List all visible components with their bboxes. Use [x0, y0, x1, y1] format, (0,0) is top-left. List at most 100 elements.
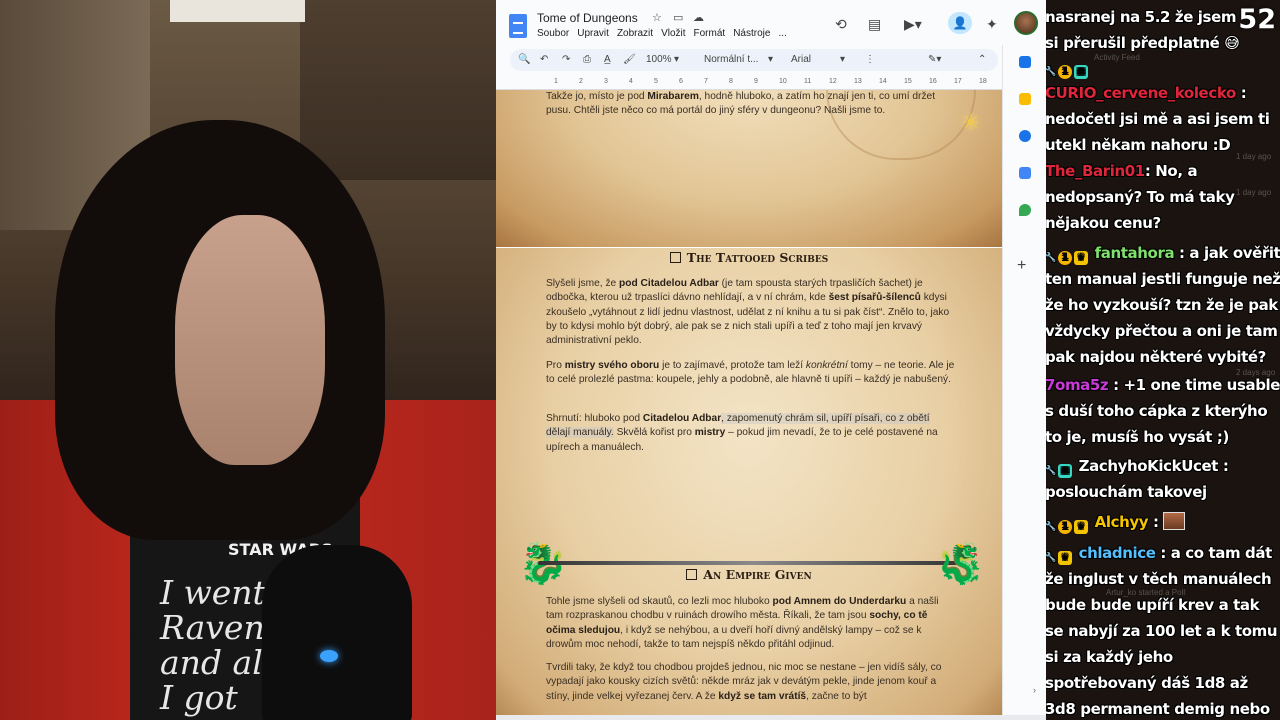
- checkbox-icon[interactable]: [686, 569, 698, 580]
- star-icon[interactable]: ☆: [652, 11, 662, 24]
- menu-view[interactable]: Zobrazit: [617, 28, 653, 39]
- bold-run: mistry: [694, 427, 726, 439]
- contacts-icon[interactable]: [1019, 167, 1031, 179]
- ruler-tick-label: 1: [554, 78, 558, 85]
- menu-more[interactable]: ...: [778, 28, 786, 39]
- chat-username[interactable]: The_Barin01: [1046, 162, 1145, 180]
- empire-paragraph-1: Tohle jsme slyšeli od skautů, co lezli m…: [546, 595, 956, 652]
- ruler[interactable]: 1 2 3 4 5 6 7 8 9 10 11 12 13 14 15 16 17 18: [496, 76, 1002, 90]
- menu-insert[interactable]: Vložit: [661, 28, 685, 39]
- chat-username[interactable]: fantahora: [1095, 244, 1175, 262]
- history-icon[interactable]: ⟲: [835, 16, 847, 33]
- ruler-tick-label: 6: [679, 78, 683, 85]
- chat-message: 🔧 1 ♛ Alchyy :: [1046, 509, 1280, 535]
- crown-badge-icon: ♛: [1057, 551, 1072, 565]
- docs-window: Tome of Dungeons ☆ ▭ ☁ Soubor Upravit Zo…: [496, 0, 1046, 720]
- tasks-icon[interactable]: [1019, 130, 1031, 142]
- microphone-led: [320, 650, 338, 662]
- collapse-menu-icon[interactable]: ⌃: [978, 54, 986, 65]
- empire-paragraph-2: Tvrdili taky, že když tou chodbou projde…: [546, 661, 956, 704]
- chat-username[interactable]: 7oma5z: [1046, 376, 1109, 394]
- dragon-divider: 🐉 🐉: [518, 529, 986, 601]
- emote-image: [1163, 512, 1186, 530]
- docs-logo-icon[interactable]: [509, 14, 527, 38]
- redo-icon[interactable]: ↷: [562, 54, 570, 65]
- chat-message: nasranej na 5.2 že jsem si přerušil před…: [1046, 4, 1280, 56]
- chat-username[interactable]: chladnice: [1079, 544, 1156, 562]
- side-panel: + ›: [1002, 45, 1046, 720]
- maps-icon[interactable]: [1019, 204, 1031, 216]
- chat-overlay: Activity Feed 1 day ago 1 day ago 2 days…: [1046, 0, 1280, 720]
- chat-message: 7oma5z : +1 one time usable s duší toho …: [1046, 372, 1280, 450]
- message-text: : a co tam dát že inglust v těch manuále…: [1046, 544, 1278, 718]
- text-run: Tohle jsme slyšeli od skautů, co lezli m…: [546, 596, 773, 607]
- cloud-status-icon[interactable]: ☁: [693, 11, 704, 24]
- moderator-wrench-icon: 🔧: [1046, 67, 1056, 77]
- checkbox-icon[interactable]: [669, 252, 681, 263]
- chat-message: 🔧 1 ▦ CURIO_cervene_kolecko : nedočetl jsi …: [1046, 54, 1280, 158]
- ruler-tick-label: 18: [979, 78, 987, 85]
- menu-tools[interactable]: Nástroje: [733, 28, 770, 39]
- ruler-tick-label: 11: [804, 78, 812, 85]
- font-select[interactable]: Arial: [791, 54, 811, 65]
- ruler-tick-label: 5: [654, 78, 658, 85]
- first-badge-icon: 1: [1057, 65, 1072, 79]
- gemini-icon[interactable]: ✦: [986, 16, 998, 33]
- font-chevron-icon[interactable]: ▾: [840, 54, 845, 65]
- expand-panel-icon[interactable]: ›: [1033, 685, 1036, 695]
- print-icon[interactable]: ⎙: [583, 54, 591, 65]
- text-run: Shrnutí: hluboko pod: [546, 413, 643, 424]
- more-tools-icon[interactable]: ⋮: [865, 54, 875, 65]
- horizontal-scrollbar[interactable]: [496, 715, 1046, 720]
- text-run: Takže jo, místo je pod: [546, 91, 648, 102]
- menu-file[interactable]: Soubor: [537, 28, 569, 39]
- bold-run: když se tam vrátíš: [718, 690, 807, 702]
- menu-bar: Soubor Upravit Zobrazit Vložit Formát Ná…: [537, 28, 787, 39]
- meet-icon[interactable]: ▶▾: [904, 16, 922, 33]
- background-shelf-right: [300, 0, 496, 180]
- share-button[interactable]: 👤: [948, 12, 972, 34]
- search-icon[interactable]: 🔍: [518, 54, 530, 65]
- zoom-chevron-icon[interactable]: ▾: [674, 54, 679, 65]
- move-folder-icon[interactable]: ▭: [673, 11, 683, 24]
- ruler-tick-label: 3: [604, 78, 608, 85]
- chat-message: 🔧 ▦ ZachyhoKickUcet : poslouchám takovej: [1046, 453, 1280, 505]
- comments-icon[interactable]: ▤: [868, 16, 881, 33]
- background-window: [170, 0, 305, 22]
- ruler-tick-label: 7: [704, 78, 708, 85]
- divider-bar: [538, 561, 966, 565]
- menu-edit[interactable]: Upravit: [577, 28, 609, 39]
- style-chevron-icon[interactable]: ▾: [768, 54, 773, 65]
- subscriber-badge-icon: ▦: [1057, 464, 1072, 478]
- text-run: je to zajímavé, protože tam leží: [659, 360, 806, 371]
- message-text: :: [1152, 513, 1159, 531]
- undo-icon[interactable]: ↶: [540, 54, 548, 65]
- calendar-icon[interactable]: [1019, 56, 1031, 68]
- moderator-wrench-icon: 🔧: [1046, 522, 1056, 532]
- bold-run: Mirabarem: [647, 91, 699, 102]
- first-badge-icon: 1: [1057, 520, 1072, 534]
- document-title[interactable]: Tome of Dungeons: [537, 11, 638, 25]
- message-text: nasranej na 5.2 že jsem si přerušil před…: [1046, 8, 1240, 52]
- paint-format-icon[interactable]: 🖌: [623, 54, 636, 65]
- spellcheck-icon[interactable]: A̲: [604, 54, 611, 65]
- streamer-face: [175, 215, 325, 465]
- first-badge-icon: 1: [1057, 251, 1072, 265]
- keep-icon[interactable]: [1019, 93, 1031, 105]
- style-select[interactable]: Normální t...: [704, 54, 758, 65]
- moderator-wrench-icon: 🔧: [1046, 553, 1056, 563]
- document-page[interactable]: ☀ Takže jo, místo je pod Mirabarem, hodn…: [496, 90, 1002, 715]
- ruler-tick-label: 13: [854, 78, 862, 85]
- chat-username[interactable]: ZachyhoKickUcet: [1079, 457, 1219, 475]
- chat-username[interactable]: CURIO_cervene_kolecko: [1046, 84, 1236, 102]
- zoom-select[interactable]: 100%: [646, 54, 672, 65]
- account-avatar[interactable]: [1014, 11, 1038, 35]
- ruler-tick-label: 2: [579, 78, 583, 85]
- ruler-tick-label: 4: [629, 78, 633, 85]
- chat-username[interactable]: Alchyy: [1095, 513, 1149, 531]
- ruler-tick-label: 17: [954, 78, 962, 85]
- add-addon-icon[interactable]: +: [1017, 257, 1026, 275]
- chat-message: 🔧 1 ♛ fantahora : a jak ověřit ten manual …: [1046, 240, 1280, 370]
- editing-mode-icon[interactable]: ✎▾: [928, 54, 941, 65]
- menu-format[interactable]: Formát: [694, 28, 726, 39]
